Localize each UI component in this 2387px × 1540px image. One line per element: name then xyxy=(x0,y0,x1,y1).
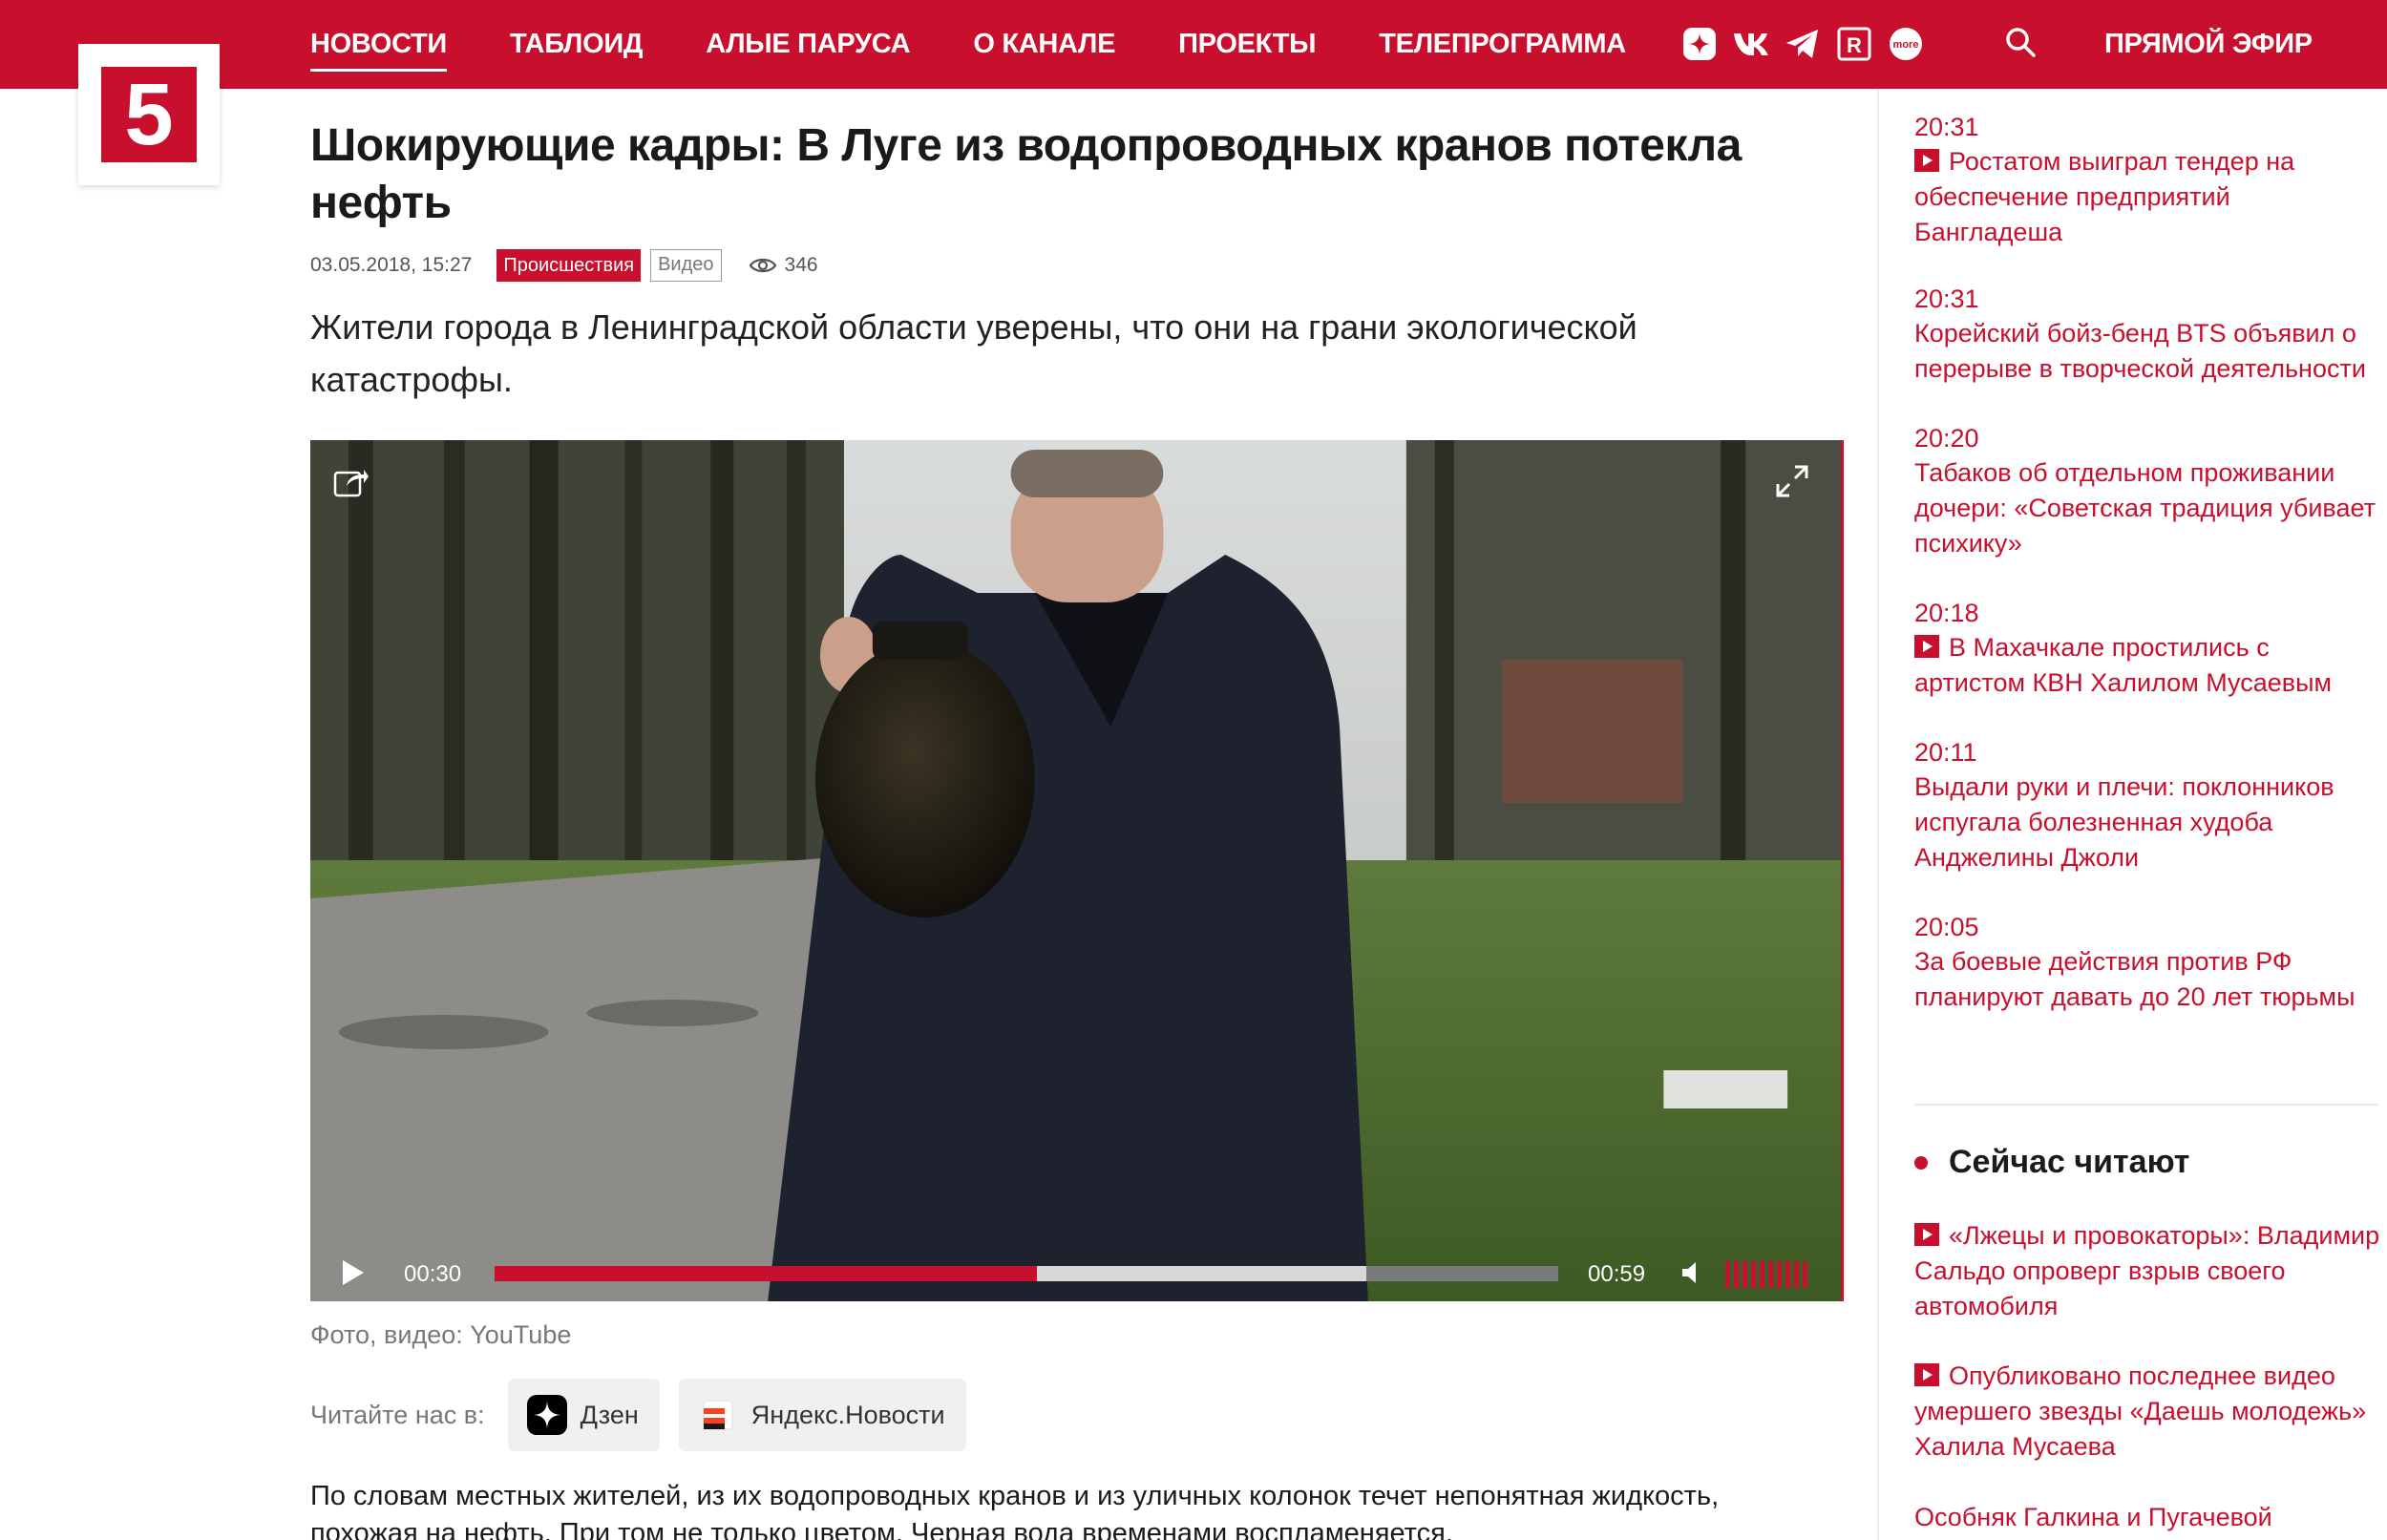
nav-item-news[interactable]: НОВОСТИ xyxy=(310,29,447,72)
now-reading-item[interactable]: Особняк Галкина и Пугачевой xyxy=(1914,1500,2382,1535)
sidebar-separator xyxy=(1914,1104,2378,1106)
video-play-icon xyxy=(1914,149,1939,172)
sidebar-divider xyxy=(1877,89,1879,1540)
fullscreen-icon[interactable] xyxy=(1776,465,1808,502)
logo-badge: 5 xyxy=(101,67,197,162)
article-meta: 03.05.2018, 15:27 Происшествия Видео 346 xyxy=(310,248,818,283)
now-reading-item[interactable]: «Лжецы и провокаторы»: Владимир Сальдо о… xyxy=(1914,1218,2382,1324)
svg-text:more: more xyxy=(1893,39,1919,51)
volume-icon[interactable] xyxy=(1679,1259,1706,1291)
read-us-label: Читайте нас в: xyxy=(310,1400,485,1429)
news-item[interactable]: 20:11 Выдали руки и плечи: поклонников и… xyxy=(1914,735,2382,875)
dzen-logo-icon xyxy=(526,1395,567,1435)
article-body: По словам местных жителей, из их водопро… xyxy=(310,1481,1720,1540)
news-time: 20:20 xyxy=(1914,424,1979,453)
live-stream-link[interactable]: ПРЯМОЙ ЭФИР xyxy=(2104,29,2313,60)
nav-item-scarlet-sails[interactable]: АЛЫЕ ПАРУСА xyxy=(706,29,910,60)
more-tv-icon[interactable]: more xyxy=(1887,25,1925,63)
video-controls: 00:30 00:59 xyxy=(310,1244,1841,1301)
telegram-icon[interactable] xyxy=(1784,25,1822,63)
article-lead: Жители города в Ленинградской области ув… xyxy=(310,307,1637,399)
news-title[interactable]: Корейский бойз-бенд BTS объявил о переры… xyxy=(1914,316,2382,387)
seek-bar[interactable] xyxy=(495,1266,1558,1281)
main-nav: НОВОСТИ ТАБЛОИД АЛЫЕ ПАРУСА О КАНАЛЕ ПРО… xyxy=(310,0,1689,89)
now-reading-header: Сейчас читают xyxy=(1914,1144,2189,1181)
news-title[interactable]: Опубликовано последнее видео умершего зв… xyxy=(1914,1359,2382,1465)
now-reading-item[interactable]: Опубликовано последнее видео умершего зв… xyxy=(1914,1359,2382,1465)
logo-number: 5 xyxy=(124,66,174,163)
article-title: Шокирующие кадры: В Луге из водопроводны… xyxy=(310,120,1742,228)
now-reading-title: Сейчас читают xyxy=(1949,1144,2190,1180)
duration: 00:59 xyxy=(1588,1261,1646,1287)
news-title[interactable]: «Лжецы и провокаторы»: Владимир Сальдо о… xyxy=(1914,1218,2382,1324)
news-item[interactable]: 20:18 В Махачкале простились с артистом … xyxy=(1914,596,2382,701)
photo-caption: Фото, видео: YouTube xyxy=(310,1320,572,1349)
tag-incidents[interactable]: Происшествия xyxy=(496,249,642,282)
news-time: 20:31 xyxy=(1914,285,1979,313)
news-title[interactable]: За боевые действия против РФ планируют д… xyxy=(1914,944,2382,1015)
nav-item-about-channel[interactable]: О КАНАЛЕ xyxy=(973,29,1115,60)
view-count-value: 346 xyxy=(784,254,818,276)
rutube-icon[interactable]: R xyxy=(1835,25,1873,63)
video-play-icon xyxy=(1914,1223,1939,1246)
svg-text:R: R xyxy=(1847,33,1862,57)
play-icon[interactable] xyxy=(337,1257,368,1293)
search-icon[interactable] xyxy=(2003,25,2041,63)
video-play-icon xyxy=(1914,635,1939,658)
yandex-news-button[interactable]: Яндекс.Новости xyxy=(678,1379,966,1451)
dzen-icon[interactable] xyxy=(1680,25,1719,63)
news-item[interactable]: 20:20 Табаков об отдельном проживании до… xyxy=(1914,421,2382,561)
vk-icon[interactable] xyxy=(1732,25,1770,63)
current-time: 00:30 xyxy=(404,1261,462,1287)
dzen-button[interactable]: Дзен xyxy=(507,1379,660,1451)
news-title[interactable]: Особняк Галкина и Пугачевой xyxy=(1914,1500,2382,1535)
publish-date: 03.05.2018, 15:27 xyxy=(310,254,473,276)
bullet-icon xyxy=(1914,1155,1928,1170)
played-range xyxy=(495,1266,1038,1281)
channel-logo[interactable]: 5 xyxy=(78,44,220,185)
news-time: 20:18 xyxy=(1914,599,1979,627)
yandex-news-label: Яндекс.Новости xyxy=(750,1400,945,1429)
nav-item-tabloid[interactable]: ТАБЛОИД xyxy=(510,29,644,60)
tag-video[interactable]: Видео xyxy=(650,249,722,282)
news-item[interactable]: 20:31 Корейский бойз-бенд BTS объявил о … xyxy=(1914,282,2382,387)
news-title[interactable]: Табаков об отдельном проживании дочери: … xyxy=(1914,455,2382,561)
top-navigation: НОВОСТИ ТАБЛОИД АЛЫЕ ПАРУСА О КАНАЛЕ ПРО… xyxy=(0,0,2387,89)
nav-item-tv-program[interactable]: ТЕЛЕПРОГРАММА xyxy=(1379,29,1626,60)
news-time: 20:05 xyxy=(1914,913,1979,941)
nav-item-projects[interactable]: ПРОЕКТЫ xyxy=(1178,29,1316,60)
share-icon[interactable] xyxy=(333,465,370,502)
news-title[interactable]: В Махачкале простились с артистом КВН Ха… xyxy=(1914,630,2382,701)
yandex-news-icon xyxy=(703,1400,733,1430)
read-us-block: Читайте нас в: Дзен Яндекс.Новости xyxy=(310,1379,985,1451)
video-play-icon xyxy=(1914,1363,1939,1386)
news-title[interactable]: Выдали руки и плечи: поклонников испугал… xyxy=(1914,770,2382,875)
eye-icon xyxy=(749,258,776,273)
view-count: 346 xyxy=(749,254,818,277)
news-item[interactable]: 20:05 За боевые действия против РФ плани… xyxy=(1914,910,2382,1015)
news-title[interactable]: Ростатом выиграл тендер на обеспечение п… xyxy=(1914,144,2382,250)
volume-slider[interactable] xyxy=(1725,1261,1807,1288)
news-item[interactable]: 20:31 Ростатом выиграл тендер на обеспеч… xyxy=(1914,110,2382,250)
video-player[interactable]: 00:30 00:59 xyxy=(310,440,1844,1301)
video-frame xyxy=(310,440,1841,1301)
news-time: 20:11 xyxy=(1914,738,1977,767)
news-time: 20:31 xyxy=(1914,113,1979,141)
social-links: R more xyxy=(1680,25,1925,63)
dzen-label: Дзен xyxy=(580,1400,639,1429)
